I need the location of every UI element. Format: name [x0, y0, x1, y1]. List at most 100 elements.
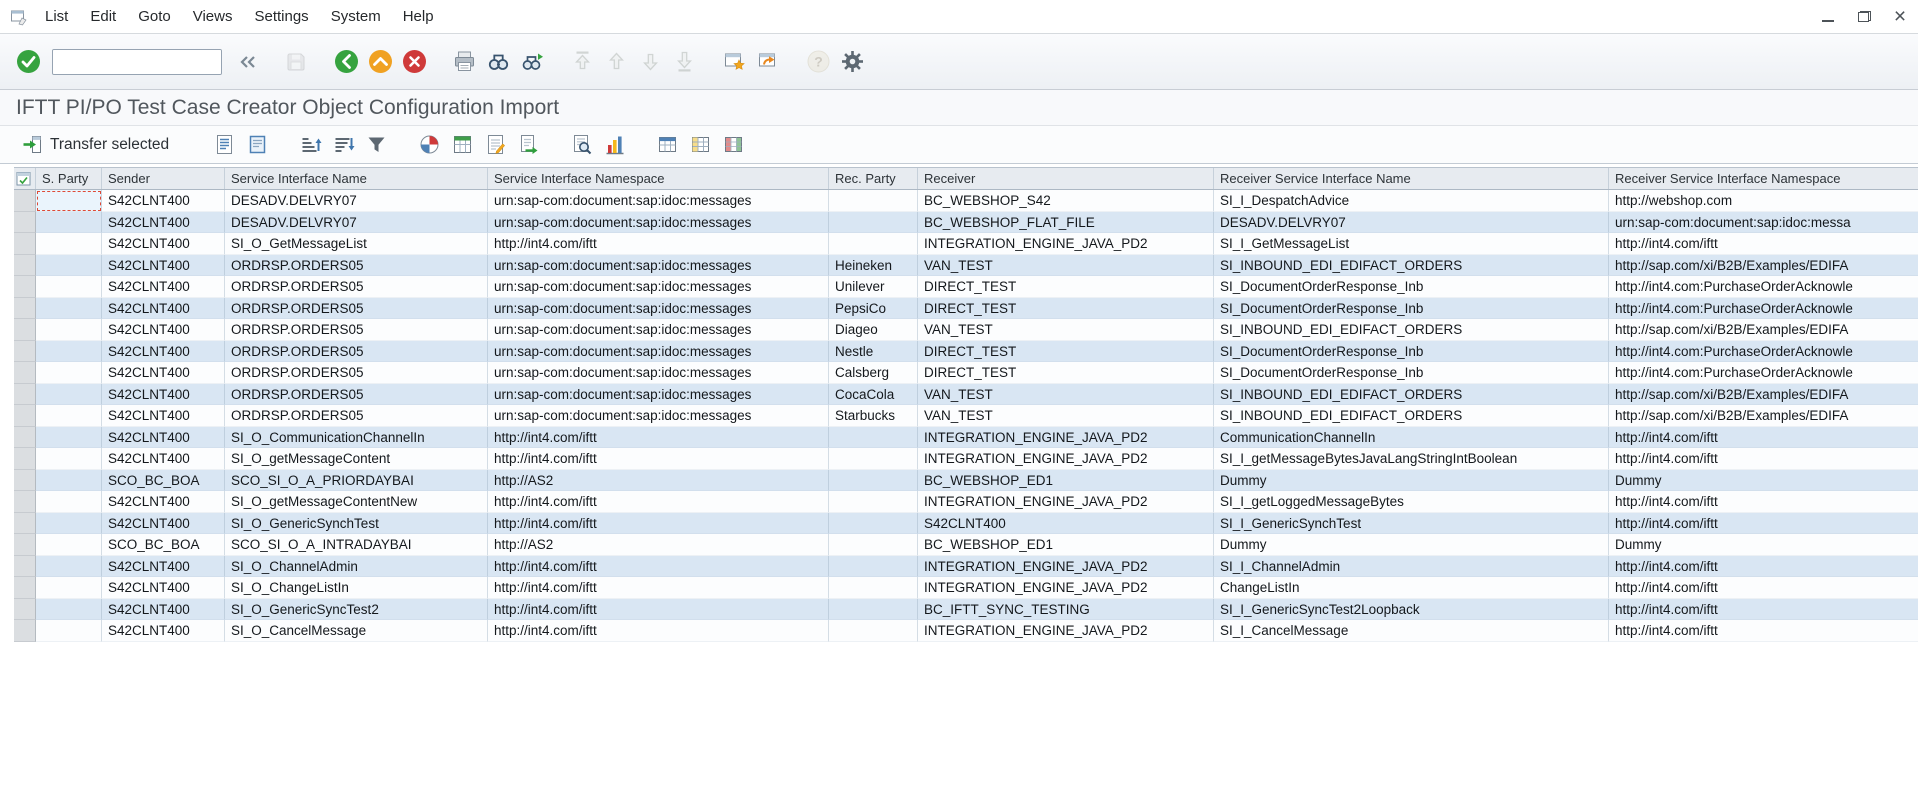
table-cell[interactable]: urn:sap-com:document:sap:idoc:messages: [488, 384, 829, 406]
enter-button[interactable]: [12, 46, 44, 78]
table-cell[interactable]: http://webshop.com: [1609, 190, 1918, 212]
table-cell[interactable]: urn:sap-com:document:sap:idoc:messages: [488, 405, 829, 427]
table-cell[interactable]: BC_WEBSHOP_ED1: [918, 534, 1214, 556]
table-cell[interactable]: [36, 534, 102, 556]
table-cell[interactable]: INTEGRATION_ENGINE_JAVA_PD2: [918, 448, 1214, 470]
table-cell[interactable]: [829, 190, 918, 212]
table-cell[interactable]: Dummy: [1609, 470, 1918, 492]
table-cell[interactable]: [829, 599, 918, 621]
table-cell[interactable]: DESADV.DELVRY07: [225, 190, 488, 212]
table-cell[interactable]: urn:sap-com:document:sap:idoc:messages: [488, 255, 829, 277]
last-page-button[interactable]: [668, 46, 700, 78]
table-cell[interactable]: http://int4.com:PurchaseOrderAcknowle: [1609, 276, 1918, 298]
table-cell[interactable]: SI_DocumentOrderResponse_Inb: [1214, 276, 1609, 298]
local-file-button[interactable]: [513, 130, 543, 160]
table-cell[interactable]: [36, 620, 102, 642]
maximize-button[interactable]: [1846, 0, 1882, 33]
table-cell[interactable]: http://int4.com/iftt: [1609, 233, 1918, 255]
table-cell[interactable]: http://int4.com/iftt: [488, 233, 829, 255]
table-cell[interactable]: [36, 212, 102, 234]
table-cell[interactable]: http://int4.com/iftt: [488, 513, 829, 535]
table-cell[interactable]: [36, 556, 102, 578]
table-cell[interactable]: Diageo: [829, 319, 918, 341]
table-cell[interactable]: Nestle: [829, 341, 918, 363]
table-cell[interactable]: [36, 427, 102, 449]
row-selector[interactable]: [14, 362, 36, 384]
table-cell[interactable]: DIRECT_TEST: [918, 298, 1214, 320]
table-cell[interactable]: urn:sap-com:document:sap:idoc:messages: [488, 276, 829, 298]
table-cell[interactable]: CommunicationChannelIn: [1214, 427, 1609, 449]
table-cell[interactable]: http://int4.com/iftt: [488, 620, 829, 642]
transfer-selected-button[interactable]: Transfer selected: [12, 130, 179, 159]
table-cell[interactable]: http://int4.com/iftt: [488, 577, 829, 599]
table-cell[interactable]: BC_WEBSHOP_ED1: [918, 470, 1214, 492]
table-cell[interactable]: SI_O_GenericSynchTest: [225, 513, 488, 535]
row-selector[interactable]: [14, 405, 36, 427]
sort-descending-button[interactable]: [328, 130, 358, 160]
table-cell[interactable]: [36, 298, 102, 320]
table-cell[interactable]: SCO_BC_BOA: [102, 470, 225, 492]
table-cell[interactable]: [829, 513, 918, 535]
print-button[interactable]: [448, 46, 480, 78]
column-header-0[interactable]: S. Party: [36, 168, 102, 189]
table-cell[interactable]: VAN_TEST: [918, 405, 1214, 427]
table-cell[interactable]: SI_DocumentOrderResponse_Inb: [1214, 362, 1609, 384]
menu-item-views[interactable]: Views: [182, 0, 244, 34]
column-header-1[interactable]: Sender: [102, 168, 225, 189]
row-selector[interactable]: [14, 448, 36, 470]
table-cell[interactable]: [36, 577, 102, 599]
table-cell[interactable]: SI_DocumentOrderResponse_Inb: [1214, 341, 1609, 363]
table-cell[interactable]: http://sap.com/xi/B2B/Examples/EDIFA: [1609, 255, 1918, 277]
table-cell[interactable]: Starbucks: [829, 405, 918, 427]
find-button[interactable]: [482, 46, 514, 78]
table-cell[interactable]: http://int4.com/iftt: [488, 556, 829, 578]
table-cell[interactable]: [36, 513, 102, 535]
row-selector[interactable]: [14, 276, 36, 298]
column-header-2[interactable]: Service Interface Name: [225, 168, 488, 189]
table-cell[interactable]: [829, 491, 918, 513]
row-selector[interactable]: [14, 620, 36, 642]
menu-item-system[interactable]: System: [320, 0, 392, 34]
table-cell[interactable]: ORDRSP.ORDERS05: [225, 362, 488, 384]
table-cell[interactable]: VAN_TEST: [918, 255, 1214, 277]
table-cell[interactable]: CocaCola: [829, 384, 918, 406]
menu-item-list[interactable]: List: [34, 0, 79, 34]
table-cell[interactable]: [36, 491, 102, 513]
abc-analysis-button[interactable]: [414, 130, 444, 160]
table-cell[interactable]: [36, 233, 102, 255]
table-cell[interactable]: [829, 233, 918, 255]
table-cell[interactable]: SCO_SI_O_A_INTRADAYBAI: [225, 534, 488, 556]
table-cell[interactable]: VAN_TEST: [918, 384, 1214, 406]
table-cell[interactable]: http://int4.com/iftt: [1609, 599, 1918, 621]
table-cell[interactable]: [829, 427, 918, 449]
table-cell[interactable]: [36, 319, 102, 341]
table-cell[interactable]: [829, 470, 918, 492]
sort-ascending-button[interactable]: [295, 130, 325, 160]
table-cell[interactable]: [36, 190, 102, 212]
table-cell[interactable]: http://int4.com:PurchaseOrderAcknowle: [1609, 362, 1918, 384]
table-cell[interactable]: urn:sap-com:document:sap:idoc:messages: [488, 298, 829, 320]
table-cell[interactable]: SI_DocumentOrderResponse_Inb: [1214, 298, 1609, 320]
command-field-input[interactable]: [53, 50, 222, 74]
table-cell[interactable]: http://int4.com/iftt: [1609, 577, 1918, 599]
table-cell[interactable]: S42CLNT400: [102, 362, 225, 384]
row-selector[interactable]: [14, 341, 36, 363]
table-cell[interactable]: urn:sap-com:document:sap:idoc:messages: [488, 362, 829, 384]
table-cell[interactable]: BC_IFTT_SYNC_TESTING: [918, 599, 1214, 621]
row-selector[interactable]: [14, 233, 36, 255]
table-cell[interactable]: S42CLNT400: [102, 599, 225, 621]
table-cell[interactable]: SI_I_getMessageBytesJavaLangStringIntBoo…: [1214, 448, 1609, 470]
table-cell[interactable]: SI_O_CancelMessage: [225, 620, 488, 642]
table-cell[interactable]: [829, 577, 918, 599]
menu-item-help[interactable]: Help: [392, 0, 445, 34]
table-cell[interactable]: ORDRSP.ORDERS05: [225, 298, 488, 320]
back-button[interactable]: [330, 46, 362, 78]
row-selector[interactable]: [14, 534, 36, 556]
details-button[interactable]: [209, 130, 239, 160]
table-cell[interactable]: S42CLNT400: [102, 276, 225, 298]
table-cell[interactable]: S42CLNT400: [102, 341, 225, 363]
row-selector[interactable]: [14, 491, 36, 513]
table-cell[interactable]: DESADV.DELVRY07: [225, 212, 488, 234]
row-selector[interactable]: [14, 298, 36, 320]
protocol-button[interactable]: [242, 130, 272, 160]
